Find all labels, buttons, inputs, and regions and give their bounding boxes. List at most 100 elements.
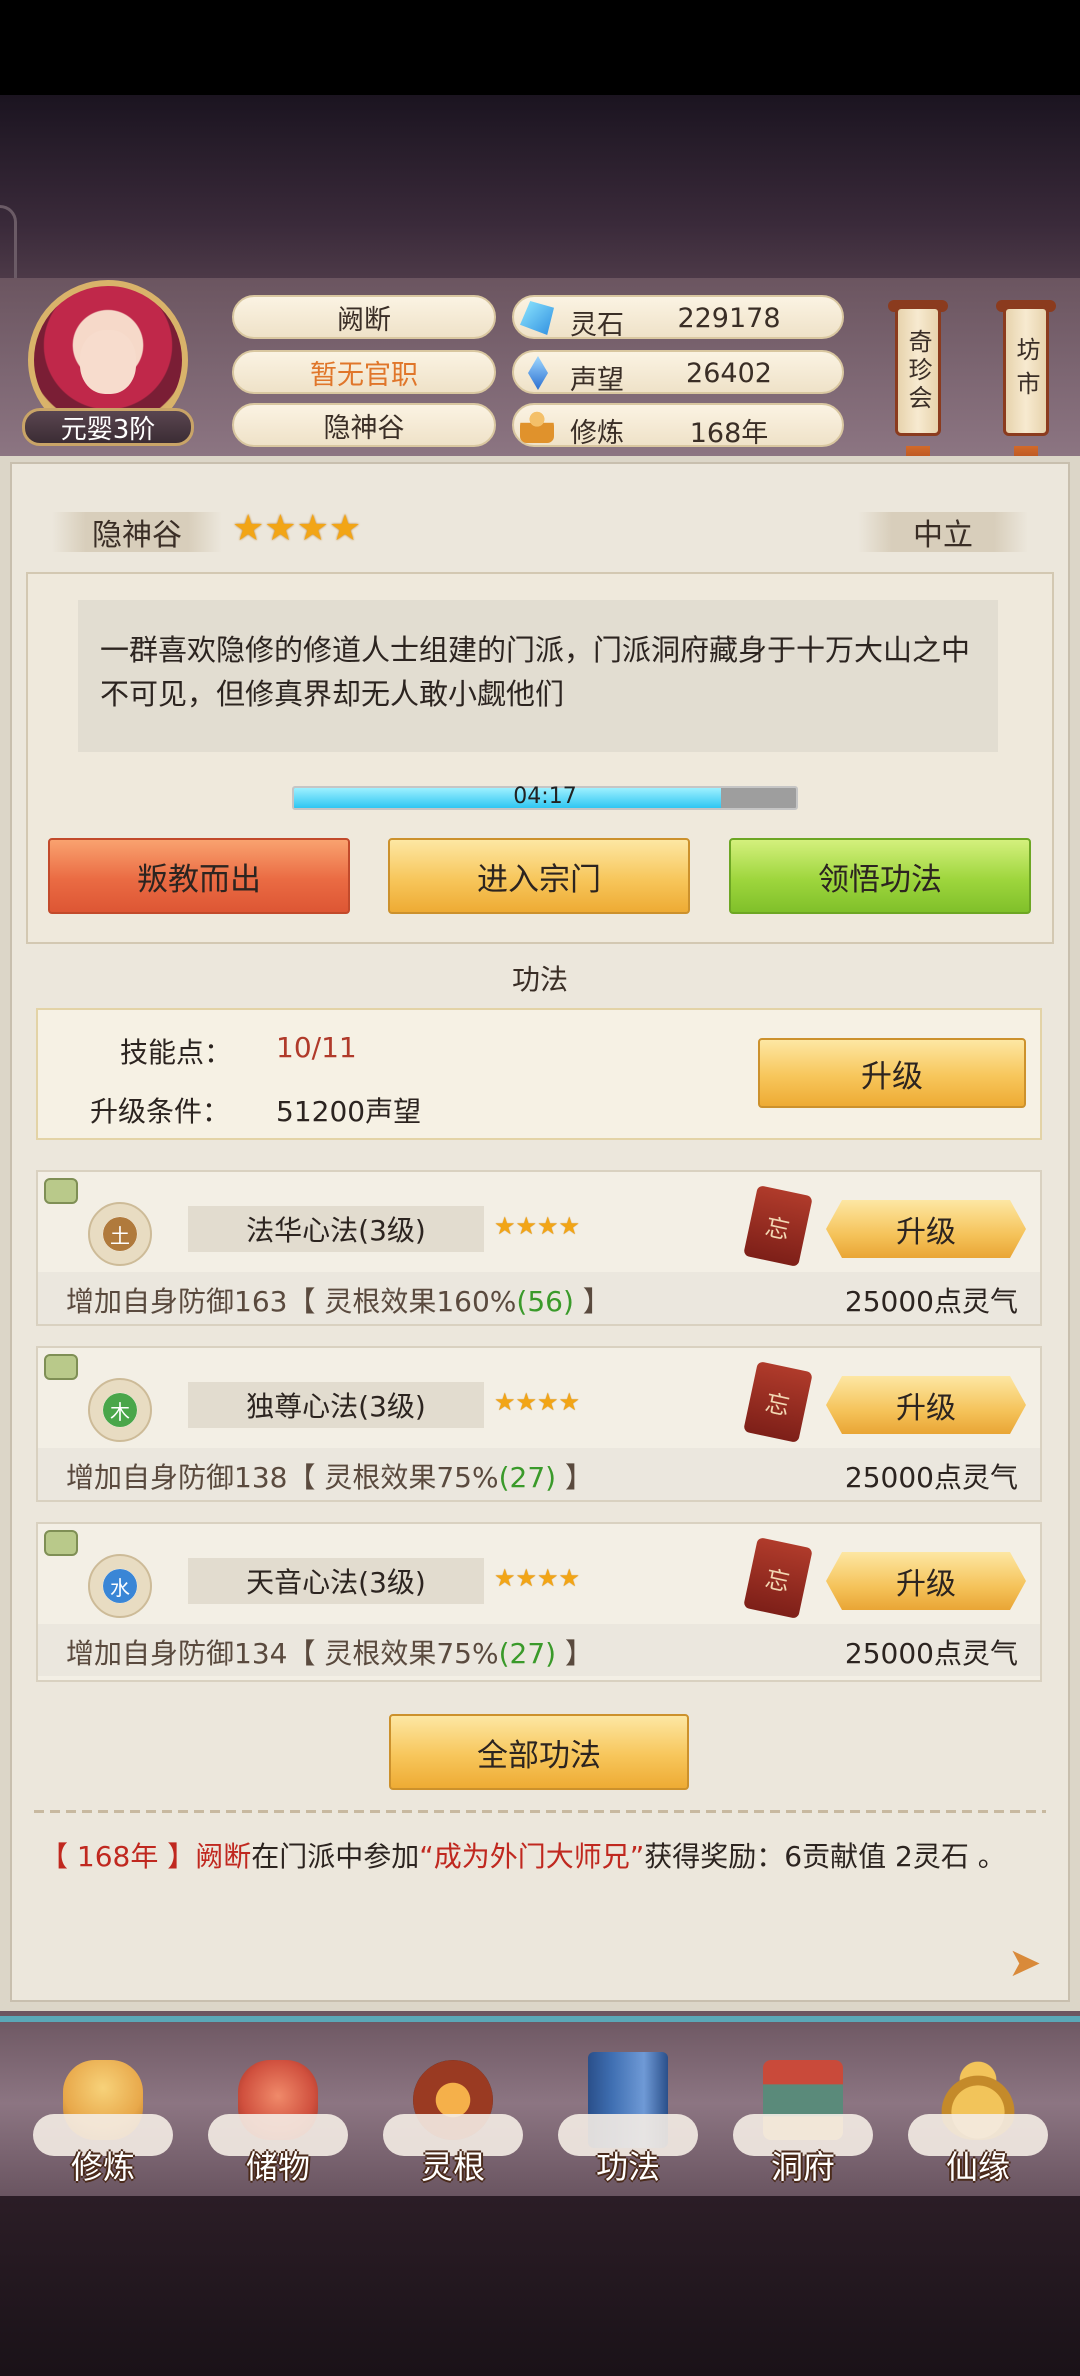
technique-stars: ★★★★ <box>494 1564 580 1592</box>
effect-bonus: (27) <box>498 1637 557 1670</box>
nav-technique[interactable]: 功法 <box>553 2050 703 2190</box>
technique-name: 法华心法(3级) <box>188 1206 484 1252</box>
nav-fortune[interactable]: 仙缘 <box>903 2050 1053 2190</box>
market-button[interactable]: 坊市 <box>1003 306 1049 436</box>
effect-text: 增加自身防御134【 灵根效果75% <box>66 1637 499 1670</box>
technique-stars: ★★★★ <box>494 1212 580 1240</box>
effect-bonus: (27) <box>498 1461 557 1494</box>
star-icon: ★ <box>515 1564 538 1592</box>
technique-upgrade-button[interactable]: 升级 <box>826 1200 1026 1258</box>
spirit-stone-counter: 灵石 229178 <box>512 295 844 341</box>
market-label: 坊市 <box>1003 306 1049 436</box>
star-icon: ★ <box>494 1564 516 1592</box>
log-year: 【 168年 】 <box>40 1840 196 1873</box>
nav-storage[interactable]: 储物 <box>203 2050 353 2190</box>
sect-stars: ★★★★ <box>232 508 361 549</box>
star-icon: ★ <box>558 1388 581 1416</box>
sect-description: 一群喜欢隐修的修道人士组建的门派，门派洞府藏身于十万大山之中不可见，但修真界却无… <box>78 600 998 752</box>
technique-cost: 25000点灵气 <box>844 1637 1018 1670</box>
cultivation-value: 168年 <box>689 418 769 449</box>
cultivation-counter: 修炼 168年 <box>512 403 844 449</box>
technique-effect: 增加自身防御134【 灵根效果75%(27) 】 <box>66 1632 593 1672</box>
log-event: “成为外门大师兄” <box>419 1840 645 1873</box>
element-glyph: 土 <box>103 1217 137 1251</box>
star-icon: ★ <box>232 508 265 549</box>
technique-section-title: 功法 <box>511 963 568 996</box>
star-icon: ★ <box>537 1212 559 1240</box>
nav-spirit-root[interactable]: 灵根 <box>378 2050 528 2190</box>
log-divider <box>34 1810 1046 1813</box>
technique-badge-icon <box>44 1178 78 1204</box>
realm-badge: 元婴3阶 <box>22 408 194 446</box>
log-text: 在门派中参加 <box>251 1840 420 1873</box>
nav-label: 灵根 <box>420 2148 485 2186</box>
nav-label: 修炼 <box>70 2148 135 2186</box>
technique-effect: 增加自身防御163【 灵根效果160%(56) 】 <box>66 1280 611 1320</box>
next-arrow-icon[interactable]: ➤ <box>1008 1940 1042 1986</box>
nav-label: 洞府 <box>770 2148 835 2186</box>
upgrade-condition-label: 升级条件： <box>90 1095 231 1128</box>
status-bar-area <box>0 0 1080 95</box>
effect-bonus: (56) <box>516 1285 574 1318</box>
water-element-icon: 水 <box>88 1554 152 1618</box>
star-icon: ★ <box>494 1212 516 1240</box>
spirit-stone-icon <box>520 301 554 335</box>
nav-label: 储物 <box>245 2148 310 2186</box>
cultivation-icon <box>520 409 554 443</box>
all-techniques-button[interactable]: 全部功法 <box>389 1714 689 1790</box>
skill-points-value: 10/11 <box>276 1031 357 1064</box>
effect-close: 】 <box>556 1461 593 1494</box>
star-icon: ★ <box>558 1564 581 1592</box>
treasure-shop-label: 奇珍会 <box>895 306 941 436</box>
leave-sect-button[interactable]: 叛教而出 <box>48 838 350 914</box>
bottom-dark-area <box>0 2196 1080 2376</box>
upgrade-condition-value: 51200声望 <box>276 1095 422 1128</box>
avatar-face <box>80 330 136 394</box>
star-icon: ★ <box>515 1212 538 1240</box>
treasure-shop-button[interactable]: 奇珍会 <box>895 306 941 436</box>
technique-name: 独尊心法(3级) <box>188 1382 484 1428</box>
technique-upgrade-button[interactable]: 升级 <box>826 1376 1026 1434</box>
effect-close: 】 <box>573 1285 611 1318</box>
forget-technique-button[interactable]: 忘 <box>743 1536 813 1620</box>
timer-text: 04:17 <box>513 784 577 809</box>
technique-upgrade-button[interactable]: 升级 <box>826 1552 1026 1610</box>
element-glyph: 水 <box>103 1569 137 1603</box>
top-scene-background <box>0 95 1080 381</box>
skill-upgrade-button[interactable]: 升级 <box>758 1038 1026 1108</box>
technique-badge-icon <box>44 1530 78 1556</box>
prestige-counter: 声望 26402 <box>512 350 844 396</box>
star-icon: ★ <box>328 508 362 549</box>
forget-technique-button[interactable]: 忘 <box>743 1360 813 1444</box>
official-title[interactable]: 暂无官职 <box>232 350 496 394</box>
player-name: 阙断 <box>232 295 496 339</box>
technique-effect: 增加自身防御138【 灵根效果75%(27) 】 <box>66 1456 593 1496</box>
nav-cave-dwelling[interactable]: 洞府 <box>728 2050 878 2190</box>
comprehend-technique-button[interactable]: 领悟功法 <box>729 838 1031 914</box>
technique-card: 木 独尊心法(3级) ★★★★ 忘 升级 增加自身防御138【 灵根效果75%(… <box>36 1346 1042 1502</box>
prestige-icon <box>528 356 548 390</box>
sect-event-log: 【 168年 】阙断在门派中参加“成为外门大师兄”获得奖励：6贡献值 2灵石 。 <box>40 1834 1040 1880</box>
technique-cost: 25000点灵气 <box>844 1461 1018 1494</box>
star-icon: ★ <box>558 1212 581 1240</box>
prestige-label: 声望 <box>570 365 624 396</box>
star-icon: ★ <box>537 1564 559 1592</box>
log-player: 阙断 <box>195 1840 252 1873</box>
technique-name: 天音心法(3级) <box>188 1558 484 1604</box>
wood-element-icon: 木 <box>88 1378 152 1442</box>
technique-cost: 25000点灵气 <box>844 1285 1018 1318</box>
nav-label: 功法 <box>595 2148 660 2186</box>
log-reward: 获得奖励：6贡献值 2灵石 。 <box>644 1840 1006 1873</box>
effect-close: 】 <box>556 1637 593 1670</box>
prestige-value: 26402 <box>686 358 772 389</box>
star-icon: ★ <box>537 1388 559 1416</box>
technique-card: 土 法华心法(3级) ★★★★ 忘 升级 增加自身防御163【 灵根效果160%… <box>36 1170 1042 1326</box>
effect-text: 增加自身防御163【 灵根效果160% <box>66 1285 517 1318</box>
treasure-shop-text: 奇珍会 <box>904 329 932 413</box>
technique-badge-icon <box>44 1354 78 1380</box>
nav-cultivate[interactable]: 修炼 <box>28 2050 178 2190</box>
nav-top-line <box>0 2016 1080 2022</box>
market-text: 坊市 <box>1012 337 1040 405</box>
enter-sect-button[interactable]: 进入宗门 <box>388 838 690 914</box>
forget-technique-button[interactable]: 忘 <box>743 1184 813 1268</box>
